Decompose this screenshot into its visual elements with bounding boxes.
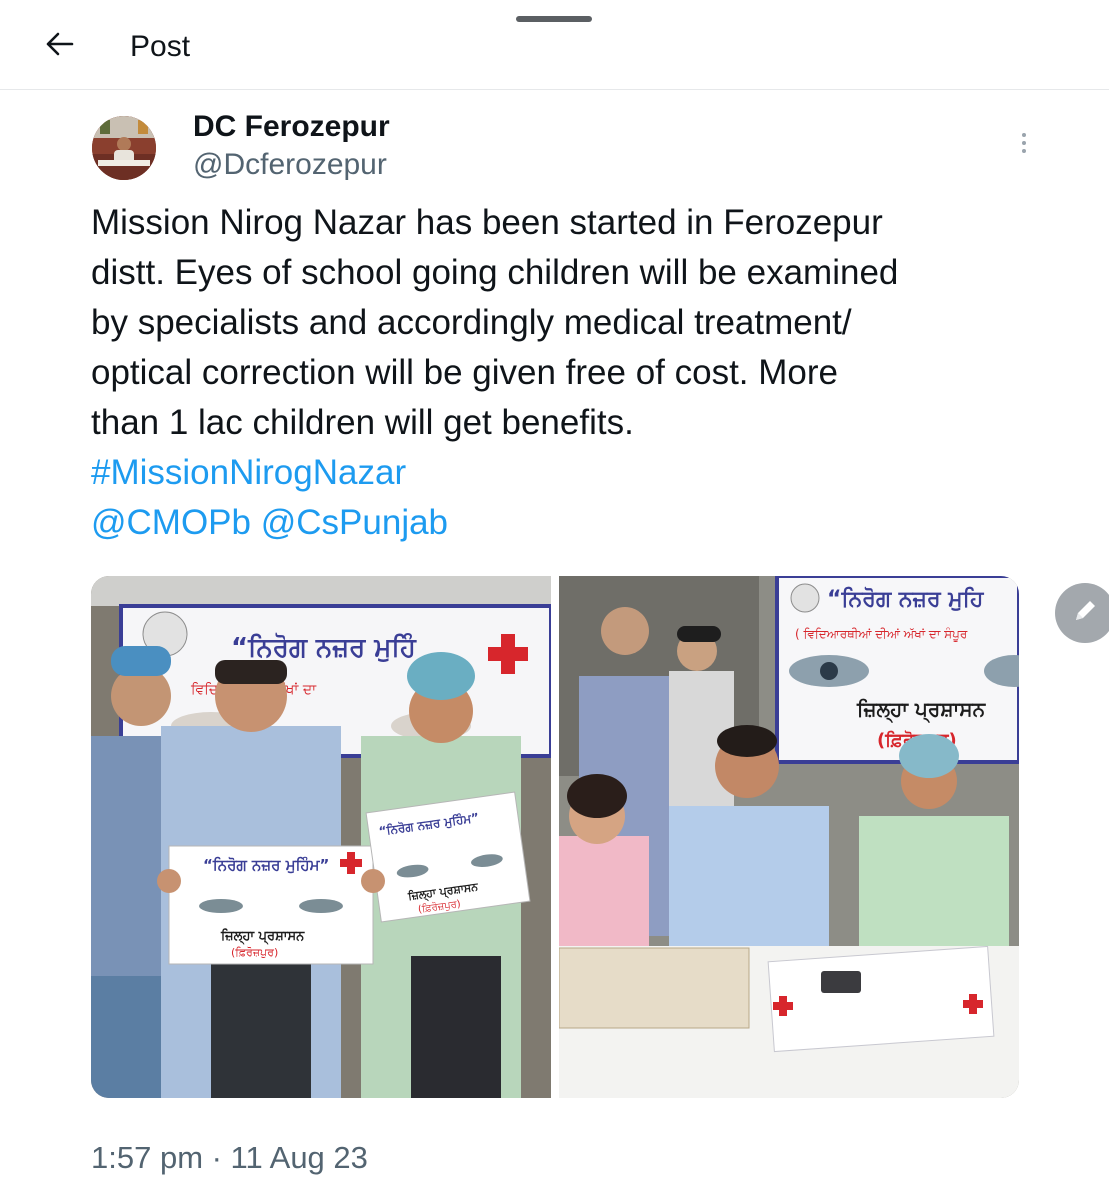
sign-left-org: ਜ਼ਿਲ੍ਹਾ ਪ੍ਰਸ਼ਾਸਨ: [220, 928, 305, 945]
sign-left-title: “ਨਿਰੋਗ ਨਜ਼ਰ ਮੁਹਿੰਮ”: [203, 855, 329, 874]
page-title: Post: [130, 30, 191, 63]
media-grid: “ਨਿਰੋਗ ਨਜ਼ਰ ਮੁਹਿੰ ਵਿਦਿ ... ਦੀਆਂ ਅੱਖਾਂ ਦਾ: [91, 576, 1019, 1098]
tweet-text: Mission Nirog Nazar has been started in …: [91, 198, 1041, 548]
tweet-line: by specialists and accordingly medical t…: [91, 303, 852, 342]
avatar[interactable]: [92, 116, 156, 180]
more-vertical-icon: [1022, 133, 1026, 137]
mention-link-cmopb[interactable]: @CMOPb: [91, 503, 251, 542]
tweet-line: Mission Nirog Nazar has been started in …: [91, 203, 883, 242]
banner-org: ਜ਼ਿਲ੍ਹਾ ਪ੍ਰਸ਼ਾਸਨ: [856, 697, 987, 724]
tweet-line: optical correction will be given free of…: [91, 353, 838, 392]
pencil-icon: [1070, 596, 1100, 631]
back-button[interactable]: [40, 26, 80, 66]
more-button[interactable]: [1014, 128, 1034, 158]
banner-subtitle: ( ਵਿਦਿਆਰਥੀਆਂ ਦੀਆਂ ਅੱਖਾਂ ਦਾ ਸੰਪੂਰ: [795, 627, 968, 642]
mention-link-cspunjab[interactable]: @CsPunjab: [261, 503, 448, 542]
arrow-left-icon: [46, 32, 74, 61]
timestamp[interactable]: 1:57 pm · 11 Aug 23: [91, 1140, 368, 1176]
hashtag-link[interactable]: #MissionNirogNazar: [91, 453, 406, 492]
tweet-line: distt. Eyes of school going children wil…: [91, 253, 899, 292]
banner-title: “ਨਿਰੋਗ ਨਜ਼ਰ ਮੁਹਿੰ: [231, 632, 417, 663]
banner-title: “ਨਿਰੋਗ ਨਜ਼ਰ ਮੁਹਿ: [827, 586, 985, 612]
edit-button[interactable]: [1055, 583, 1109, 643]
author-handle[interactable]: @Dcferozepur: [193, 148, 387, 182]
sign-left-place: (ਫ਼ਿਰੋਜ਼ਪੁਰ): [231, 946, 278, 959]
tweet-line: than 1 lac children will get benefits.: [91, 403, 634, 442]
author-name[interactable]: DC Ferozepur: [193, 110, 390, 144]
top-bar: Post: [0, 0, 1109, 90]
photo-1[interactable]: “ਨਿਰੋਗ ਨਜ਼ਰ ਮੁਹਿੰ ਵਿਦਿ ... ਦੀਆਂ ਅੱਖਾਂ ਦਾ: [91, 576, 551, 1098]
photo-2[interactable]: “ਨਿਰੋਗ ਨਜ਼ਰ ਮੁਹਿ ( ਵਿਦਿਆਰਥੀਆਂ ਦੀਆਂ ਅੱਖਾਂ…: [559, 576, 1019, 1098]
